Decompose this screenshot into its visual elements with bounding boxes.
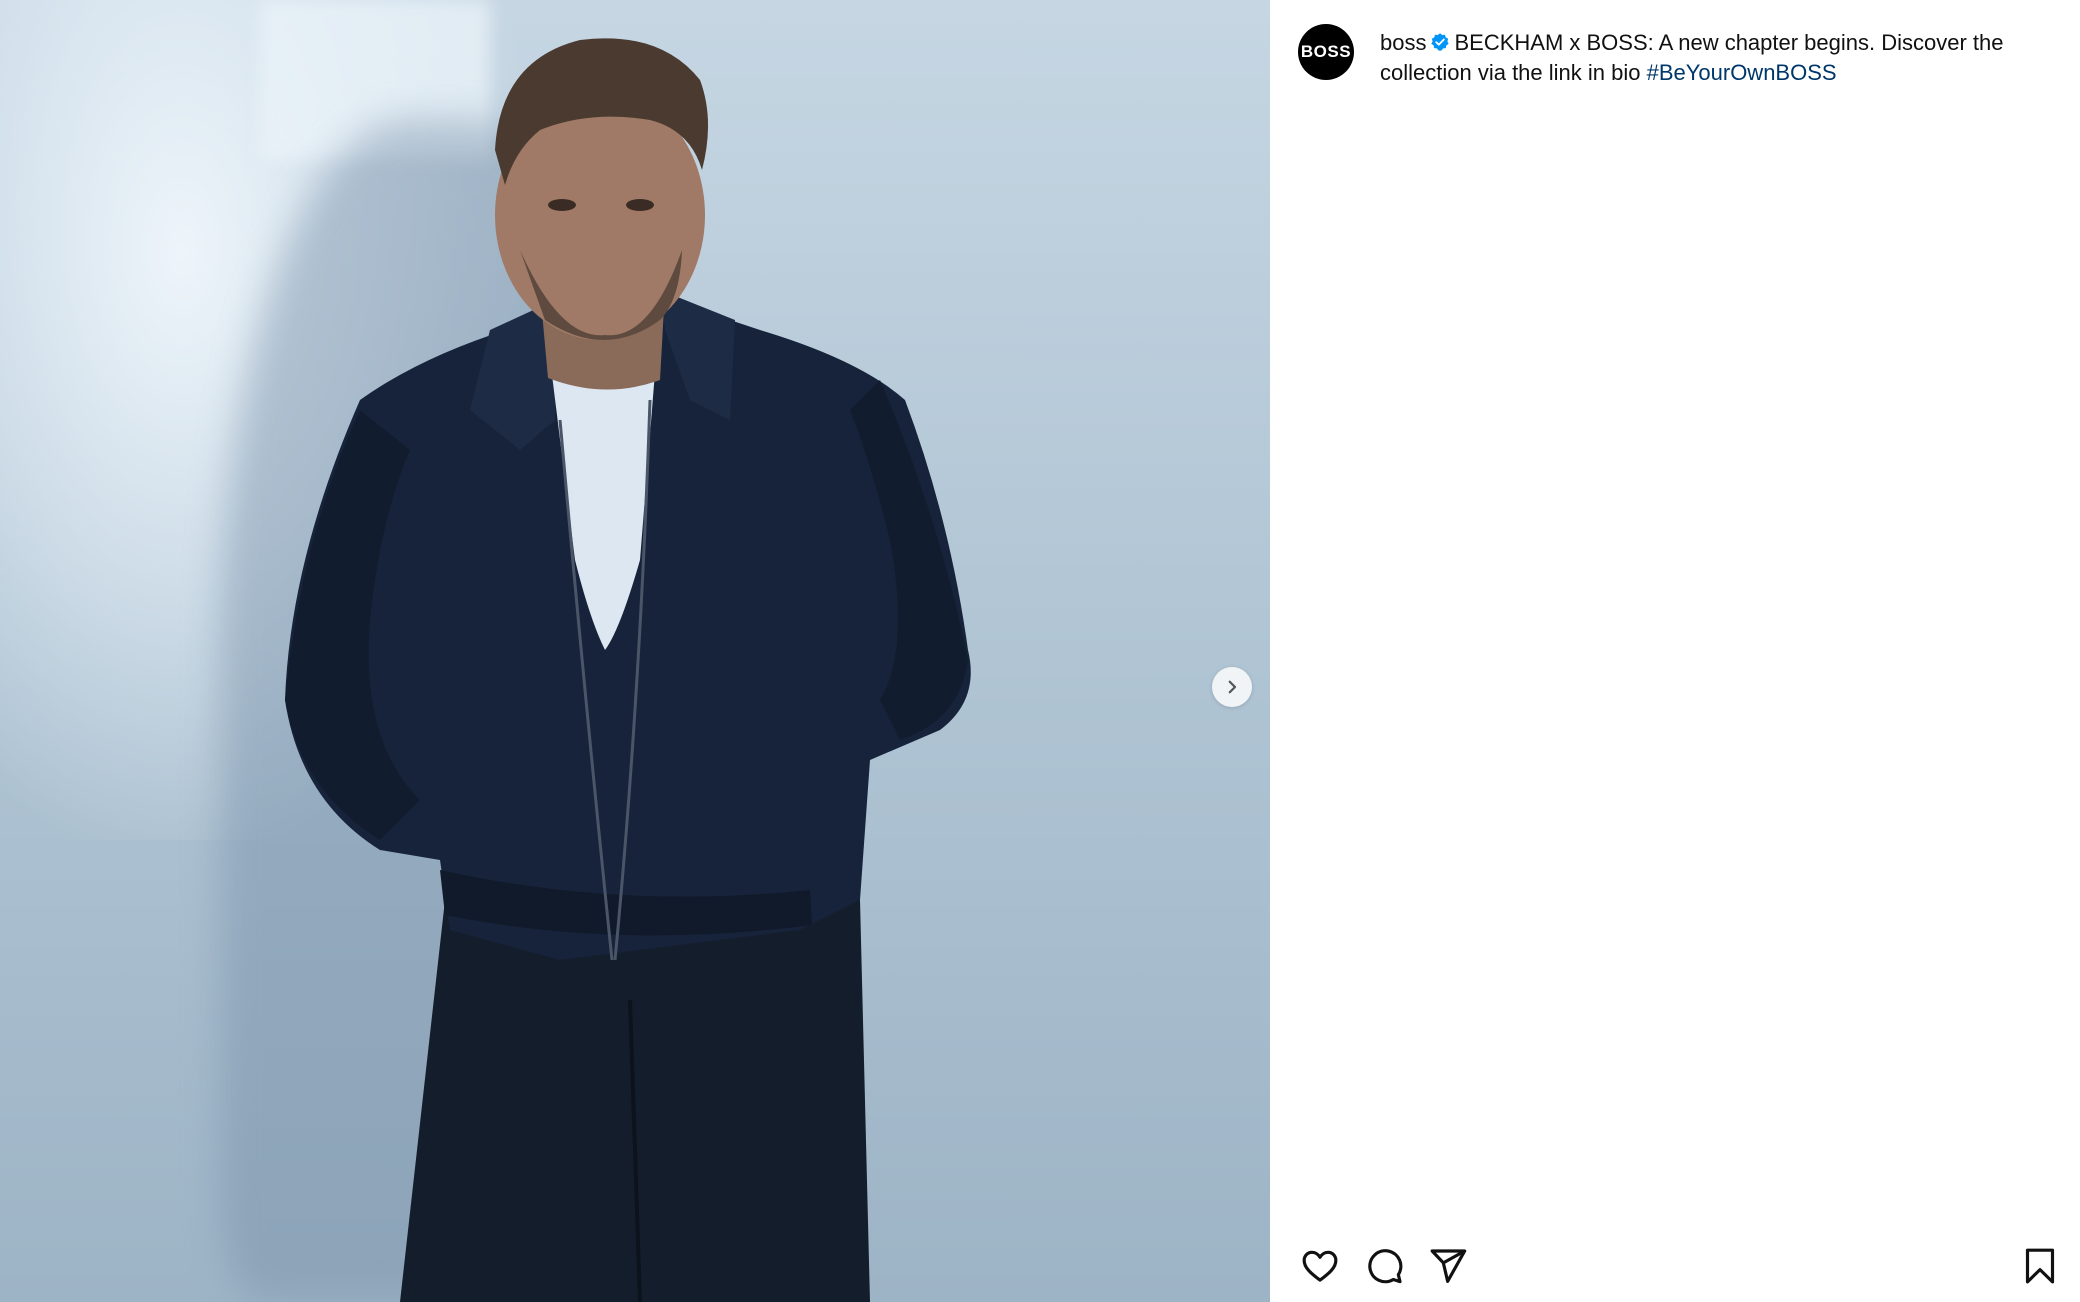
avatar[interactable]: BOSS: [1298, 24, 1354, 80]
comment-button[interactable]: [1362, 1244, 1406, 1288]
post-media[interactable]: [0, 0, 1270, 1302]
chevron-right-icon: [1228, 680, 1237, 694]
comment-icon: [1368, 1249, 1403, 1284]
username-link[interactable]: boss: [1380, 30, 1426, 55]
heart-icon: [1302, 1250, 1338, 1282]
caption-row: BOSS boss BECKHAM x BOSS: A new chapter …: [1298, 24, 2050, 88]
instagram-post: BOSS boss BECKHAM x BOSS: A new chapter …: [0, 0, 2080, 1302]
like-button[interactable]: [1298, 1244, 1342, 1288]
verified-badge-icon: [1431, 33, 1450, 51]
bookmark-icon: [2025, 1248, 2055, 1284]
next-image-button[interactable]: [1212, 667, 1252, 707]
paper-plane-icon: [1430, 1249, 1467, 1283]
post-actions: [1298, 1244, 2062, 1288]
save-button[interactable]: [2018, 1244, 2062, 1288]
hashtag-link[interactable]: #BeYourOwnBOSS: [1647, 60, 1837, 85]
post-photo-figure: [285, 38, 971, 1302]
post-caption: boss BECKHAM x BOSS: A new chapter begin…: [1380, 28, 2040, 88]
avatar-logo-text: BOSS: [1300, 42, 1352, 61]
share-button[interactable]: [1426, 1244, 1470, 1288]
post-side-panel: BOSS boss BECKHAM x BOSS: A new chapter …: [1270, 0, 2080, 1302]
